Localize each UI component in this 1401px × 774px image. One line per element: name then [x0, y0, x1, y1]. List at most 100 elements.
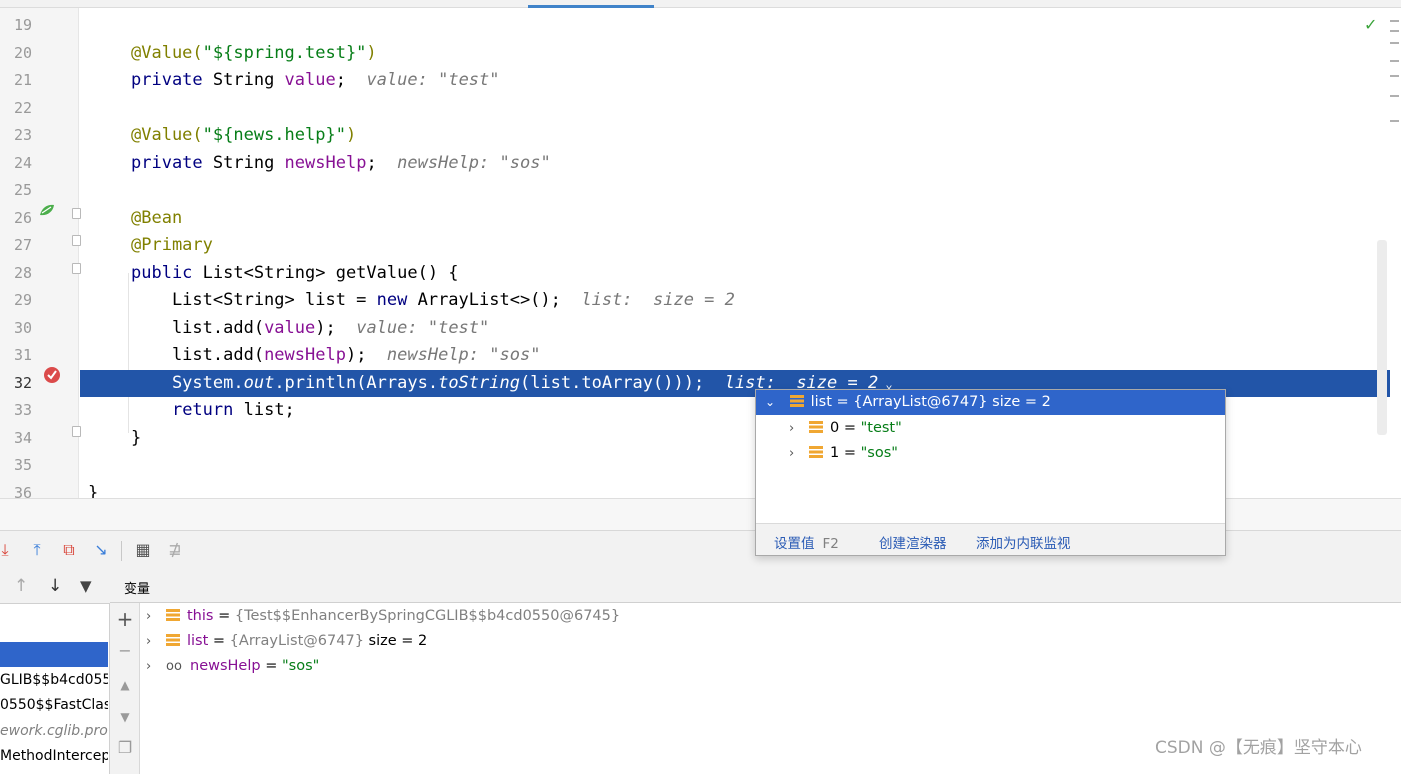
chevron-right-icon[interactable]: ›	[146, 654, 166, 679]
variable-row[interactable]: › oo newsHelp = "sos"	[146, 654, 319, 679]
chevron-right-icon[interactable]: ›	[789, 416, 809, 441]
run-to-cursor-icon[interactable]: ↘	[90, 539, 112, 561]
code-line[interactable]	[80, 177, 1390, 204]
code-token: System.	[131, 372, 244, 393]
line-number: 24	[13, 153, 32, 172]
create-renderer-link[interactable]: 创建渲染器	[879, 532, 947, 552]
variable-value: {Test$$EnhancerBySpringCGLIB$$b4cd0550@6…	[234, 608, 621, 624]
code-token: "${news.help}"	[202, 125, 346, 145]
code-line[interactable]: @Value("${spring.test}")	[80, 40, 1390, 67]
remove-watch-icon[interactable]: −	[115, 641, 135, 661]
inline-debug-value: list: size = 2	[581, 290, 735, 310]
editor-gutter[interactable]: 19 20 21 22 23 24 25 26 27 28 29 30 31 32 33 34 35 36	[0, 8, 81, 502]
step-out-icon[interactable]: ⤒	[26, 539, 48, 561]
variable-icon	[166, 634, 180, 646]
variable-name: newsHelp	[190, 658, 261, 674]
move-down-icon[interactable]: ▼	[115, 707, 135, 727]
code-line[interactable]: @Value("${news.help}")	[80, 122, 1390, 149]
code-token: ;	[366, 152, 398, 173]
code-line[interactable]	[80, 12, 1390, 39]
line-number: 26	[13, 208, 32, 227]
variable-icon	[809, 421, 823, 433]
code-token: )	[366, 42, 377, 63]
add-inline-watch-link[interactable]: 添加为内联监视	[976, 532, 1071, 552]
line-number: 20	[13, 43, 32, 62]
chevron-right-icon[interactable]: ›	[146, 604, 166, 629]
frame-row[interactable]: ework.cglib.pro	[0, 719, 108, 744]
variable-row[interactable]: › this = {Test$$EnhancerBySpringCGLIB$$b4…	[146, 604, 620, 629]
code-token: "${spring.test}"	[202, 42, 367, 63]
code-line[interactable]: @Bean	[80, 205, 1390, 232]
frame-row[interactable]: 0550$$FastClas	[0, 693, 108, 718]
set-value-link[interactable]: 设置值 F2	[774, 532, 839, 552]
code-line[interactable]: List<String> list = new ArrayList<>(); l…	[80, 287, 1390, 314]
move-up-icon[interactable]: ▲	[115, 675, 135, 695]
code-token: toString	[438, 372, 520, 393]
code-token: }	[131, 427, 142, 448]
editor-scrollbar[interactable]	[1377, 240, 1387, 435]
code-token: );	[345, 345, 387, 365]
code-line[interactable]: list.add(newsHelp); newsHelp: "sos"	[80, 342, 1390, 369]
code-line[interactable]: private String value; value: "test"	[80, 67, 1390, 94]
code-token: @Bean	[131, 207, 183, 228]
breakpoint-icon[interactable]	[43, 366, 61, 384]
inline-debug-value: value: "test"	[366, 70, 500, 90]
trace-icon[interactable]: ⋣	[164, 539, 186, 561]
frame-row[interactable]: GLIB$$b4cd055	[0, 668, 108, 693]
code-line[interactable]: private String newsHelp; newsHelp: "sos"	[80, 150, 1390, 177]
line-number: 33	[13, 401, 32, 419]
code-token: new	[376, 290, 418, 310]
popup-header-text: list = {ArrayList@6747} size = 2	[810, 394, 1051, 410]
code-token: @Value(	[131, 125, 203, 145]
frames-toolbar: ↑ ↓ ▼	[0, 570, 110, 604]
drop-frame-icon[interactable]: ⧉	[58, 539, 80, 561]
inline-debug-value: value: "test"	[356, 317, 490, 338]
variable-icon	[789, 395, 804, 407]
filter-icon[interactable]: ▼	[80, 577, 92, 595]
spring-bean-icon[interactable]	[38, 202, 56, 216]
code-token: return	[171, 400, 244, 420]
code-token: String	[212, 70, 285, 90]
code-token: ArrayList<>();	[417, 290, 582, 310]
step-into-icon[interactable]: ⤓	[0, 539, 16, 561]
code-token: newsHelp	[264, 345, 346, 365]
variable-name: list	[187, 633, 209, 649]
frame-down-icon[interactable]: ↓	[48, 576, 62, 596]
code-token: (list.toArray()));	[519, 372, 725, 393]
code-token: value	[284, 70, 336, 90]
popup-header-row[interactable]: ⌄ list = {ArrayList@6747} size = 2	[756, 390, 1225, 415]
item-value: "test"	[860, 420, 902, 436]
variable-inspection-popup[interactable]: ⌄ list = {ArrayList@6747} size = 2 › 0 = …	[755, 389, 1226, 556]
chevron-right-icon[interactable]: ›	[789, 441, 809, 466]
chevron-down-icon[interactable]: ⌄	[765, 390, 777, 415]
chevron-right-icon[interactable]: ›	[146, 629, 166, 654]
code-line[interactable]	[80, 95, 1390, 122]
item-label: 0 =	[830, 420, 861, 436]
inspection-ok-icon[interactable]: ✓	[1364, 15, 1377, 34]
toolbar-separator	[121, 541, 122, 561]
minimap-mark	[1390, 60, 1399, 62]
frame-up-icon[interactable]: ↑	[14, 576, 28, 596]
code-token: @Primary	[131, 235, 213, 255]
popup-item-row[interactable]: › 1 = "sos"	[789, 441, 898, 466]
frame-row[interactable]	[0, 642, 108, 667]
line-number: 22	[13, 98, 32, 117]
code-line[interactable]: list.add(value); value: "test"	[80, 315, 1390, 342]
variable-eq: =	[260, 658, 282, 674]
code-token: );	[315, 317, 357, 338]
code-line[interactable]: @Primary	[80, 232, 1390, 259]
popup-item-row[interactable]: › 0 = "test"	[789, 416, 902, 441]
copy-icon[interactable]: ❐	[115, 738, 135, 758]
code-token: list.add(	[131, 345, 265, 365]
code-line[interactable]: public List<String> getValue() {	[80, 260, 1390, 287]
inline-debug-value: newsHelp: "sos"	[397, 152, 551, 173]
variable-row[interactable]: › list = {ArrayList@6747} size = 2	[146, 629, 427, 654]
minimap-mark	[1390, 42, 1399, 44]
add-watch-icon[interactable]: +	[115, 609, 135, 629]
editor-tab-strip	[0, 0, 1401, 8]
frame-row[interactable]: MethodIntercep	[0, 744, 108, 769]
variable-icon	[166, 609, 180, 621]
evaluate-table-icon[interactable]: ▦	[132, 539, 154, 561]
minimap-mark	[1390, 75, 1399, 77]
variables-title: 变量	[124, 582, 151, 597]
